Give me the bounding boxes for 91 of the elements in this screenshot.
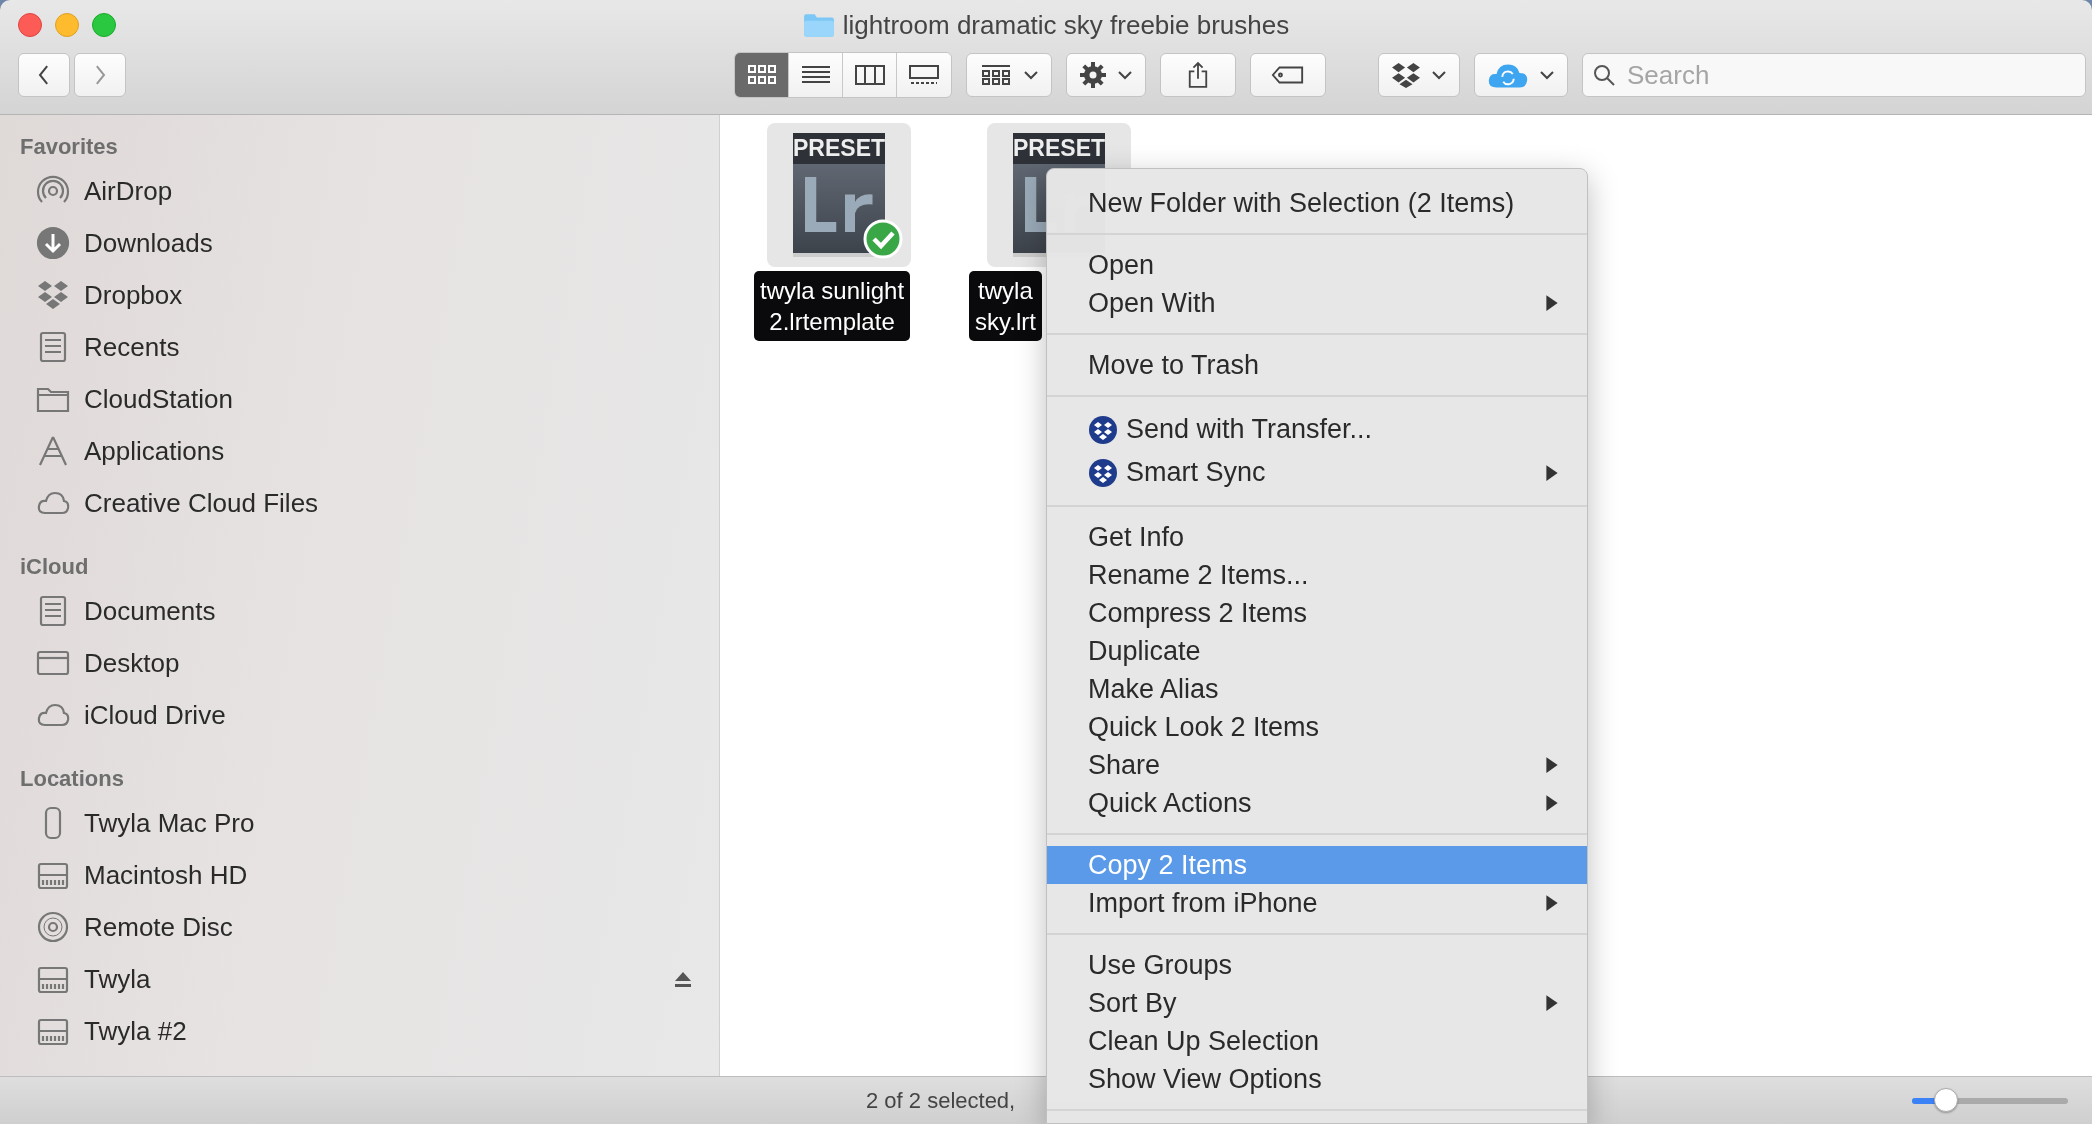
menu-item[interactable]: Make Alias	[1047, 670, 1587, 708]
sidebar-item[interactable]: AirDrop	[20, 165, 719, 217]
sidebar-label: Documents	[84, 595, 217, 627]
close-button[interactable]	[18, 13, 42, 37]
download-icon	[36, 226, 70, 260]
menu-item[interactable]: Quick Actions	[1047, 784, 1587, 822]
menu-item[interactable]: Sort By	[1047, 984, 1587, 1022]
section-heading: Locations	[20, 765, 125, 793]
share-button[interactable]	[1160, 53, 1236, 97]
sidebar-item[interactable]: Desktop	[20, 637, 719, 689]
tag-icon	[1271, 65, 1305, 85]
sidebar-label: CloudStation	[84, 383, 234, 415]
icon-view-button[interactable]	[735, 53, 789, 97]
sidebar-label: Macintosh HD	[84, 859, 249, 891]
icon-size-slider[interactable]	[1912, 1087, 2068, 1114]
sidebar-label: Twyla Mac Pro	[84, 807, 256, 839]
sidebar-label: AirDrop	[84, 175, 174, 207]
sidebar-label: Twyla	[84, 963, 152, 995]
dropbox-button[interactable]	[1378, 53, 1460, 97]
sidebar-item[interactable]: Downloads	[20, 217, 719, 269]
sidebar-label: Dropbox	[84, 279, 184, 311]
preset-badge: PRESET	[1013, 133, 1105, 164]
status-text: 2 of 2 selected,	[866, 1087, 1017, 1114]
sidebar-label: Downloads	[84, 227, 214, 259]
menu-item[interactable]: Compress 2 Items	[1047, 594, 1587, 632]
menu-item[interactable]: Show View Options	[1047, 1060, 1587, 1098]
sidebar-item[interactable]: Recents	[20, 321, 719, 373]
chevron-down-icon	[1023, 70, 1039, 80]
sidebar-label: Twyla #2	[84, 1015, 188, 1047]
section-heading: Favorites	[20, 133, 119, 161]
dropbox-icon	[1088, 457, 1118, 488]
menu-item[interactable]: Send with Transfer...	[1047, 408, 1587, 451]
folder-icon	[802, 12, 835, 38]
menu-item[interactable]: Rename 2 Items...	[1047, 556, 1587, 594]
sidebar-item[interactable]: Applications	[20, 425, 719, 477]
share-icon	[1187, 61, 1209, 89]
sidebar-item[interactable]: Twyla #2	[20, 1005, 719, 1057]
grid-icon	[979, 63, 1013, 87]
columns-icon	[852, 63, 887, 87]
gear-icon	[1079, 61, 1107, 89]
menu-item[interactable]: Clean Up Selection	[1047, 1022, 1587, 1060]
menu-item[interactable]: Get Info	[1047, 518, 1587, 556]
file-name[interactable]: twyla sunlight 2.lrtemplate	[754, 271, 911, 341]
menu-item[interactable]: Duplicate	[1047, 632, 1587, 670]
chevron-down-icon	[1117, 70, 1133, 80]
menu-item[interactable]: Open With	[1047, 284, 1587, 322]
section-heading: iCloud	[20, 553, 90, 581]
disc-icon	[36, 910, 70, 944]
sidebar-item[interactable]: Macintosh HD	[20, 849, 719, 901]
chevron-down-icon	[1539, 70, 1555, 80]
file-name[interactable]: twyla sky.lrt	[969, 271, 1042, 341]
sidebar-item[interactable]: Twyla	[20, 953, 719, 1005]
sidebar-label: Remote Disc	[84, 911, 234, 943]
sidebar-label: Desktop	[84, 647, 181, 679]
sidebar-item[interactable]: Twyla Mac Pro	[20, 797, 719, 849]
menu-item[interactable]: Move to Trash	[1047, 346, 1587, 384]
menu-item[interactable]: Import from iPhone	[1047, 884, 1587, 922]
sidebar-label: Applications	[84, 435, 226, 467]
menu-item[interactable]: Open	[1047, 246, 1587, 284]
gallery-view-button[interactable]	[897, 53, 951, 97]
gallery-icon	[907, 63, 941, 87]
column-view-button[interactable]	[843, 53, 897, 97]
menu-item[interactable]: Smart Sync	[1047, 451, 1587, 494]
sidebar-item[interactable]: Dropbox	[20, 269, 719, 321]
sidebar-item[interactable]: iCloud Drive	[20, 689, 719, 741]
sidebar-item[interactable]: CloudStation	[20, 373, 719, 425]
window-title: lightroom dramatic sky freebie brushes	[842, 9, 1290, 41]
group-button[interactable]	[966, 53, 1052, 97]
menu-item[interactable]: Quick Look 2 Items	[1047, 708, 1587, 746]
sidebar-item[interactable]: Creative Cloud Files	[20, 477, 719, 529]
tag-button[interactable]	[1250, 53, 1326, 97]
menu-item[interactable]: New Folder with Selection (2 Items)	[1047, 184, 1587, 222]
menu-item[interactable]: Use Groups	[1047, 946, 1587, 984]
search-field[interactable]: Search	[1582, 53, 2086, 97]
menu-item[interactable]: Share	[1047, 746, 1587, 784]
list-view-button[interactable]	[789, 53, 843, 97]
sidebar-label: iCloud Drive	[84, 699, 227, 731]
preset-badge: PRESET	[793, 133, 885, 164]
dropbox-icon	[1088, 414, 1118, 445]
sidebar-label: Recents	[84, 331, 181, 363]
sidebar-label: Creative Cloud Files	[84, 487, 320, 519]
eject-icon[interactable]	[673, 970, 693, 988]
preset-file-icon[interactable]: PRESET	[767, 123, 911, 267]
dropbox-icon	[1391, 62, 1421, 88]
sidebar-item[interactable]: Documents	[20, 585, 719, 637]
sync-button[interactable]	[1474, 53, 1568, 97]
chevron-down-icon	[1431, 70, 1447, 80]
applications-icon	[36, 434, 70, 468]
dropbox-icon	[36, 278, 70, 312]
sidebar-item[interactable]: Remote Disc	[20, 901, 719, 953]
action-button[interactable]	[1066, 53, 1146, 97]
